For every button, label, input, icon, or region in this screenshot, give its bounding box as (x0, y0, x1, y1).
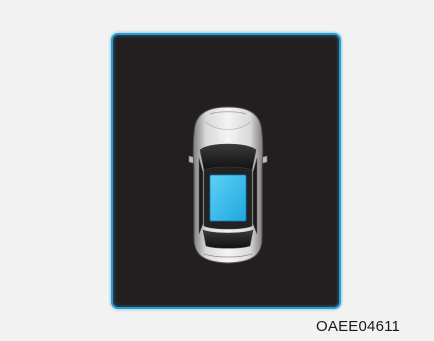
figure-code-label: OAEE04611 (316, 318, 401, 335)
cluster-display-panel (111, 33, 341, 309)
car-top-view-icon (188, 106, 268, 264)
sunroof-highlight (209, 174, 247, 222)
